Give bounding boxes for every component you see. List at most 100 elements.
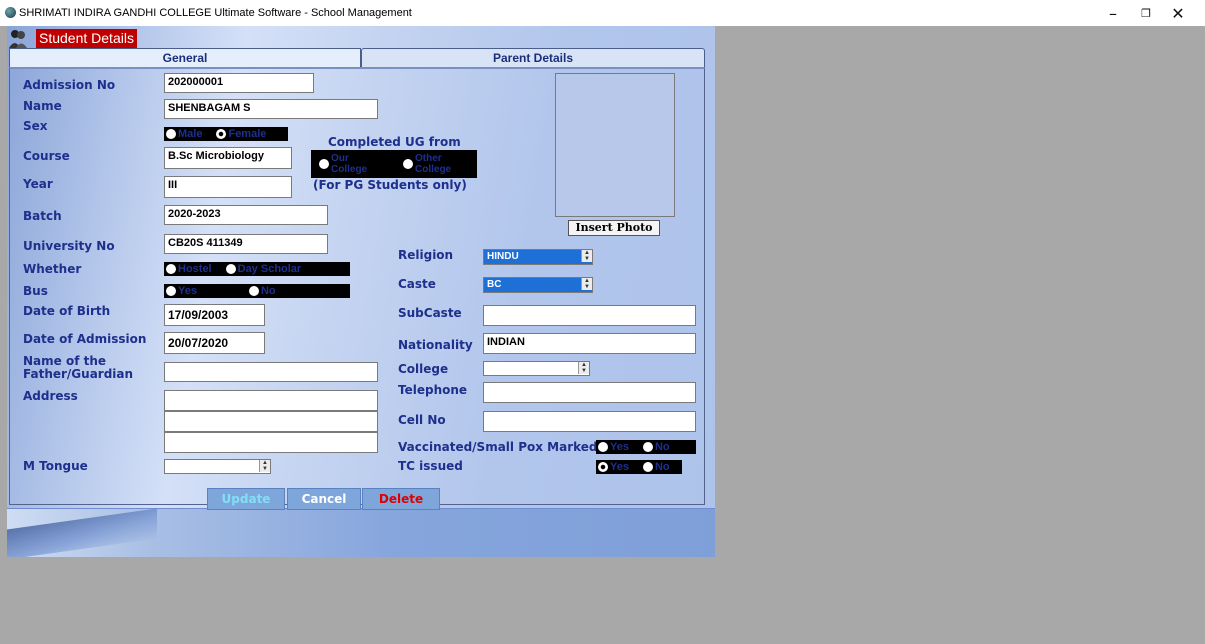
course-field[interactable]: B.Sc Microbiology: [164, 147, 292, 169]
ug-radio-group: Our College Other College: [311, 150, 477, 178]
close-button[interactable]: ✕: [1163, 2, 1193, 24]
cancel-button[interactable]: Cancel: [287, 488, 361, 510]
radio-label: No: [654, 461, 670, 473]
radio-label: No: [654, 441, 670, 453]
dob-field[interactable]: 17/09/2003: [164, 304, 265, 326]
radio-icon: [248, 286, 259, 296]
year-field[interactable]: III: [164, 176, 292, 198]
spin-icon[interactable]: ▲ ▼: [581, 278, 592, 290]
radio-label: Yes: [610, 461, 629, 473]
tc-issued-label: TC issued: [398, 459, 463, 473]
college-combo[interactable]: ▲ ▼: [483, 361, 590, 376]
vaccinated-yes-radio[interactable]: Yes: [596, 441, 629, 453]
insert-photo-button[interactable]: Insert Photo: [568, 220, 660, 236]
telephone-field[interactable]: [483, 382, 696, 403]
religion-combo[interactable]: HINDU ▲ ▼: [483, 249, 593, 265]
delete-button[interactable]: Delete: [362, 488, 440, 510]
bus-radio-group: Yes No: [164, 284, 350, 298]
sex-label: Sex: [23, 119, 48, 133]
tc-no-radio[interactable]: No: [641, 461, 670, 473]
radio-label: Yes: [178, 285, 197, 297]
radio-label: Female: [228, 128, 267, 140]
dob-label: Date of Birth: [23, 304, 111, 318]
restore-button[interactable]: ❐: [1131, 2, 1161, 24]
form-footer-decoration: [7, 508, 715, 557]
university-no-label: University No: [23, 239, 115, 253]
tab-general[interactable]: General: [9, 48, 361, 67]
bus-yes-radio[interactable]: Yes: [164, 285, 197, 297]
whether-label: Whether: [23, 262, 82, 276]
form-title: Student Details: [36, 29, 137, 48]
caste-combo[interactable]: BC ▲ ▼: [483, 277, 593, 293]
name-field[interactable]: SHENBAGAM S: [164, 99, 378, 119]
vaccinated-radio-group: Yes No: [596, 440, 696, 454]
sex-male-radio[interactable]: Male: [164, 128, 202, 140]
radio-selected-icon: [598, 462, 608, 472]
university-no-field[interactable]: CB20S 411349: [164, 234, 328, 254]
minimize-button[interactable]: –: [1098, 2, 1128, 24]
radio-selected-icon: [216, 129, 227, 139]
mtongue-label: M Tongue: [23, 459, 88, 473]
nationality-label: Nationality: [398, 338, 473, 352]
radio-icon: [642, 462, 653, 472]
whether-hostel-radio[interactable]: Hostel: [164, 263, 212, 275]
telephone-label: Telephone: [398, 383, 468, 397]
name-label: Name: [23, 99, 62, 113]
father-label-line2: Father/Guardian: [23, 367, 134, 381]
spin-icon[interactable]: ▲ ▼: [259, 460, 270, 472]
title-bar: SHRIMATI INDIRA GANDHI COLLEGE Ultimate …: [0, 0, 1205, 26]
app-icon: [5, 7, 16, 18]
radio-icon: [319, 159, 329, 169]
radio-icon: [225, 264, 236, 274]
admission-no-label: Admission No: [23, 78, 116, 92]
radio-label: Other College: [415, 153, 452, 175]
course-label: Course: [23, 149, 70, 163]
ug-other-college-radio[interactable]: Other College: [401, 153, 465, 175]
radio-label: Hostel: [178, 263, 212, 275]
cellno-field[interactable]: [483, 411, 696, 432]
student-photo: [555, 73, 675, 217]
radio-icon: [642, 442, 653, 452]
year-label: Year: [23, 177, 53, 191]
radio-label: Male: [178, 128, 203, 140]
father-guardian-field[interactable]: [164, 362, 378, 382]
admission-no-field[interactable]: 202000001: [164, 73, 314, 93]
sex-female-radio[interactable]: Female: [214, 128, 266, 140]
tc-yes-radio[interactable]: Yes: [596, 461, 629, 473]
cellno-label: Cell No: [398, 413, 446, 427]
nationality-field[interactable]: INDIAN: [483, 333, 696, 354]
address-line2-field[interactable]: [164, 411, 378, 432]
update-button[interactable]: Update: [207, 488, 285, 510]
tab-parent-details[interactable]: Parent Details: [361, 48, 705, 67]
sex-radio-group: Male Female: [164, 127, 288, 141]
religion-value: HINDU: [487, 251, 519, 262]
whether-dayscholar-radio[interactable]: Day Scholar: [224, 263, 301, 275]
bus-no-radio[interactable]: No: [247, 285, 276, 297]
ug-our-college-radio[interactable]: Our College: [317, 153, 377, 175]
address-label: Address: [23, 389, 78, 403]
religion-label: Religion: [398, 248, 454, 262]
subcaste-field[interactable]: [483, 305, 696, 326]
radio-icon: [598, 442, 608, 452]
batch-field[interactable]: 2020-2023: [164, 205, 328, 225]
vaccinated-no-radio[interactable]: No: [641, 441, 670, 453]
pg-only-label: (For PG Students only): [313, 178, 467, 192]
students-icon: [9, 30, 27, 48]
radio-icon: [166, 129, 176, 139]
address-line1-field[interactable]: [164, 390, 378, 411]
radio-label: Our College: [331, 153, 368, 175]
address-line3-field[interactable]: [164, 432, 378, 453]
mtongue-combo[interactable]: ▲ ▼: [164, 459, 271, 474]
bus-label: Bus: [23, 284, 48, 298]
radio-icon: [166, 286, 176, 296]
spin-icon[interactable]: ▲ ▼: [578, 362, 589, 374]
caste-label: Caste: [398, 277, 436, 291]
restore-icon: ❐: [1141, 6, 1151, 20]
vaccinated-label: Vaccinated/Small Pox Marked: [398, 440, 598, 454]
tab-bar: General Parent Details: [9, 48, 705, 67]
spin-icon[interactable]: ▲ ▼: [581, 250, 592, 262]
radio-label: Yes: [610, 441, 629, 453]
doa-field[interactable]: 20/07/2020: [164, 332, 265, 354]
batch-label: Batch: [23, 209, 62, 223]
whether-radio-group: Hostel Day Scholar: [164, 262, 350, 276]
